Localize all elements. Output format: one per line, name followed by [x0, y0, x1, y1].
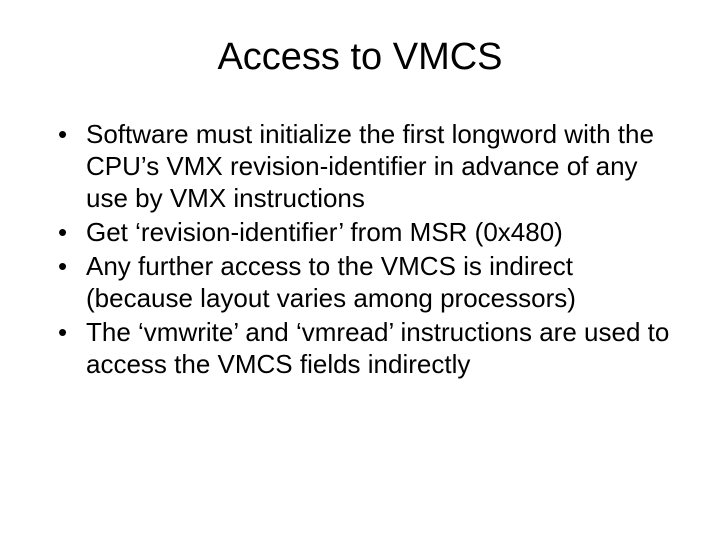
bullet-item: Software must initialize the first longw… — [58, 119, 670, 215]
bullet-item: Any further access to the VMCS is indire… — [58, 251, 670, 315]
bullet-list: Software must initialize the first longw… — [40, 119, 680, 381]
bullet-item: The ‘vmwrite’ and ‘vmread’ instructions … — [58, 317, 670, 381]
slide-title: Access to VMCS — [40, 36, 680, 79]
bullet-item: Get ‘revision-identifier’ from MSR (0x48… — [58, 217, 670, 249]
